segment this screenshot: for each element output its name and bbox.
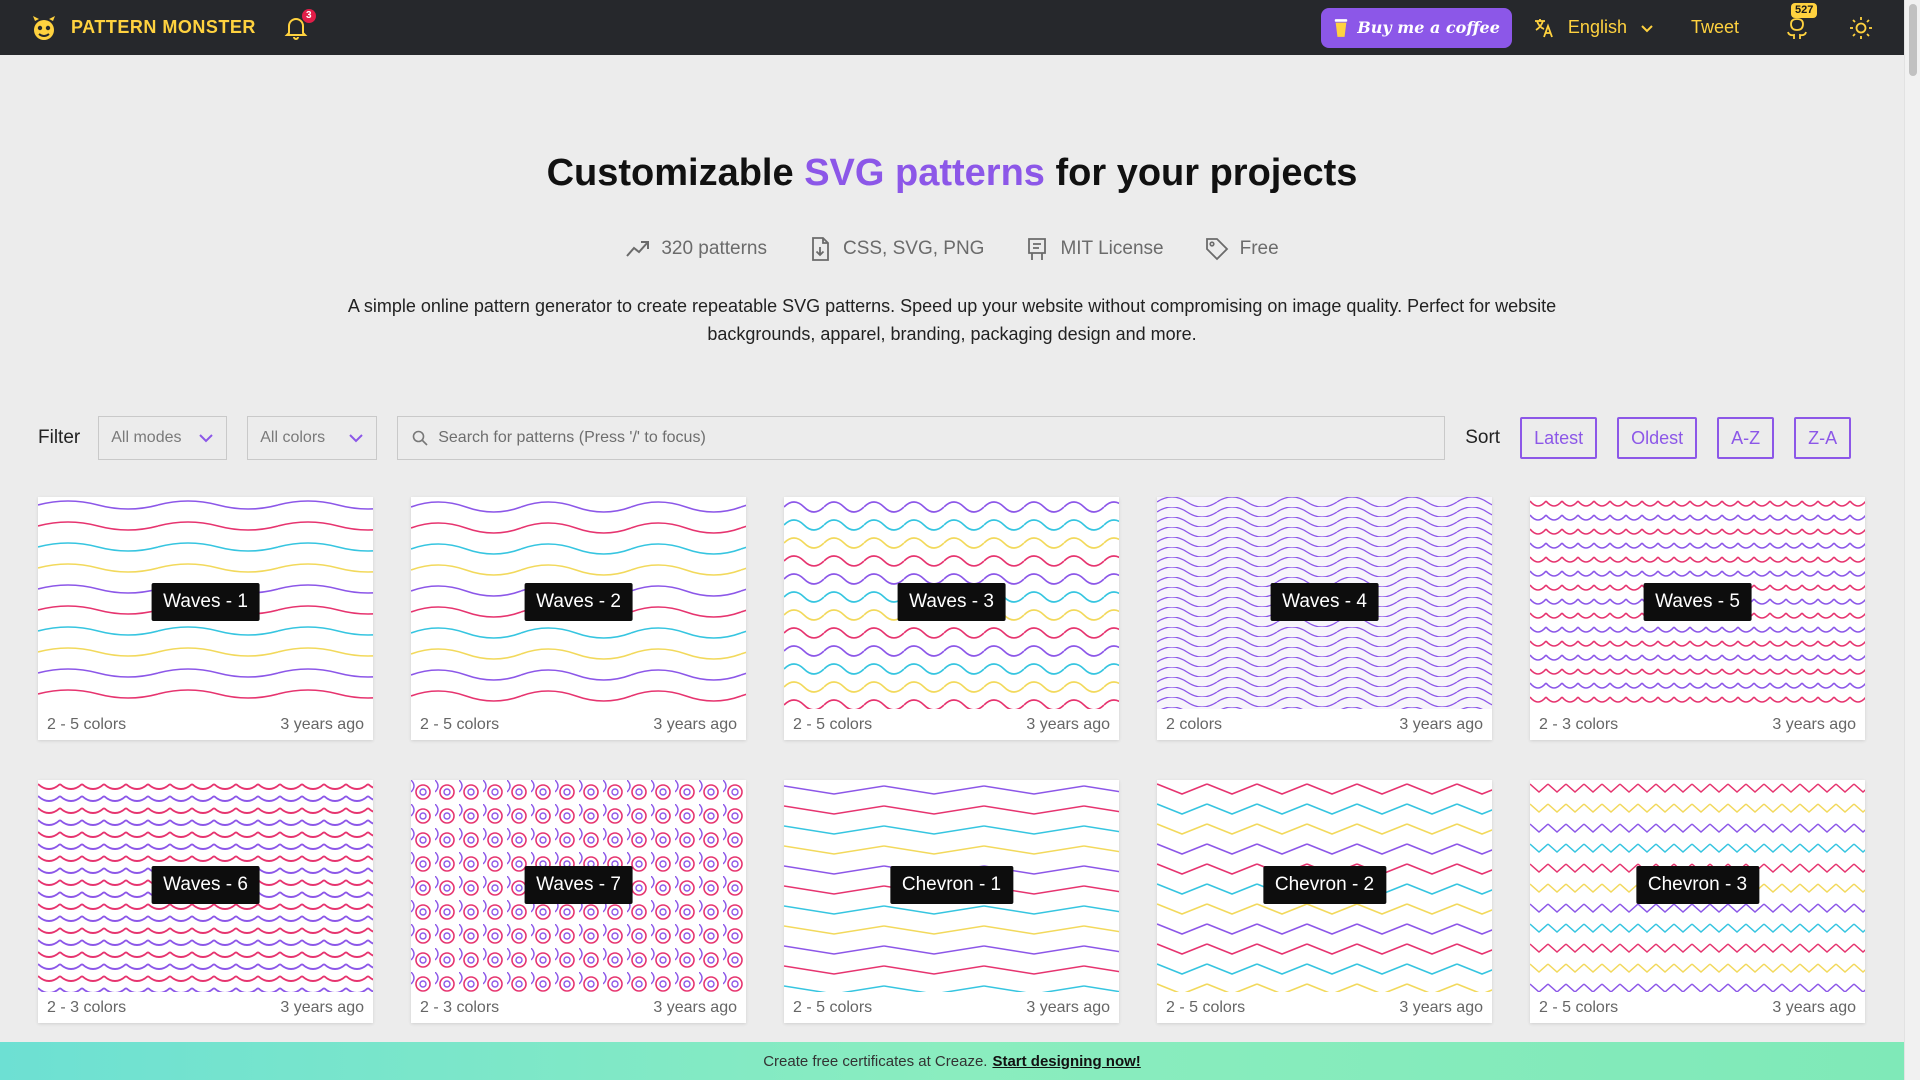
stat-license: MIT License [1024,236,1164,262]
trending-up-icon [626,241,650,257]
promo-banner: Create free certificates at Creaze. Star… [0,1042,1904,1080]
pattern-age: 3 years ago [653,715,737,733]
pattern-colors: 2 - 5 colors [1166,998,1246,1016]
title-pre: Customizable [546,152,805,194]
coffee-cup-icon [1335,18,1348,37]
chevron-down-icon [199,434,213,443]
pattern-colors: 2 - 5 colors [47,715,127,733]
pattern-name: Chevron - 1 [889,866,1014,904]
pattern-age: 3 years ago [280,998,364,1016]
page-scrollbar[interactable] [1904,0,1920,1080]
pattern-age: 3 years ago [1772,715,1856,733]
sort-oldest-button[interactable]: Oldest [1617,417,1698,459]
pattern-card[interactable]: Waves - 5 2 - 3 colors 3 years ago [1530,497,1865,740]
title-accent: SVG patterns [804,152,1045,194]
stat-label: Free [1239,238,1279,259]
buy-me-a-coffee-button[interactable]: Buy me a coffee [1321,7,1512,48]
pattern-card[interactable]: Chevron - 1 2 - 5 colors 3 years ago [784,780,1119,1023]
sort-az-button[interactable]: A-Z [1717,417,1775,459]
pattern-age: 3 years ago [1399,998,1483,1016]
pattern-age: 3 years ago [1772,998,1856,1016]
pattern-card[interactable]: Waves - 1 2 - 5 colors 3 years ago [38,497,373,740]
pattern-name: Waves - 1 [151,583,260,621]
title-post: for your projects [1044,152,1358,194]
notifications-button[interactable]: 3 [284,8,316,41]
pattern-colors: 2 - 3 colors [420,998,500,1016]
color-filter-value: All colors [260,429,326,446]
scrollbar-thumb[interactable] [1909,4,1917,76]
pattern-name: Waves - 5 [1643,583,1752,621]
github-icon [1787,17,1807,39]
sort-latest-button[interactable]: Latest [1520,417,1598,459]
pattern-name: Chevron - 2 [1262,866,1387,904]
hero-description: A simple online pattern generator to cre… [347,296,1557,344]
notification-badge: 3 [301,8,316,23]
pattern-card[interactable]: Waves - 6 2 - 3 colors 3 years ago [38,780,373,1023]
pattern-age: 3 years ago [1026,715,1110,733]
tweet-link[interactable]: Tweet [1691,17,1739,38]
github-stars-badge: 527 [1791,2,1818,18]
stat-label: 320 patterns [661,238,767,259]
chevron-down-icon [1641,24,1653,32]
coffee-label: Buy me a coffee [1357,18,1500,37]
brand-link[interactable]: PATTERN MONSTER [31,15,256,41]
sort-za-button[interactable]: Z-A [1794,417,1852,459]
pattern-card[interactable]: Chevron - 3 2 - 5 colors 3 years ago [1530,780,1865,1023]
pattern-name: Waves - 3 [897,583,1006,621]
stat-label: CSS, SVG, PNG [842,238,985,259]
sort-label: Sort [1465,427,1501,448]
color-filter-select[interactable]: All colors [247,416,378,460]
pattern-colors: 2 - 5 colors [1539,998,1619,1016]
pattern-age: 3 years ago [1026,998,1110,1016]
license-icon [1028,238,1047,260]
promo-link[interactable]: Start designing now! [992,1053,1140,1070]
filter-label: Filter [38,427,81,448]
pattern-card[interactable]: Waves - 7 2 - 3 colors 3 years ago [411,780,746,1023]
promo-text: Create free certificates at Creaze. [763,1052,988,1070]
search-placeholder: Search for patterns (Press '/' to focus) [438,429,706,446]
brand-name: PATTERN MONSTER [71,17,256,37]
chevron-down-icon [349,434,363,443]
pattern-search-input[interactable]: Search for patterns (Press '/' to focus) [397,416,1446,460]
stat-pattern-count: 320 patterns [625,236,767,262]
pattern-name: Waves - 6 [151,866,260,904]
pattern-name: Waves - 2 [524,583,633,621]
pattern-card[interactable]: Waves - 3 2 - 5 colors 3 years ago [784,497,1119,740]
pattern-colors: 2 colors [1166,715,1223,733]
pattern-colors: 2 - 5 colors [420,715,500,733]
tag-icon [1205,238,1228,261]
mode-filter-value: All modes [111,429,182,446]
monster-logo-icon [33,15,55,40]
pattern-colors: 2 - 5 colors [793,998,873,1016]
filter-bar: Filter All modes All colors Search for p… [38,416,1866,460]
pattern-card[interactable]: Waves - 2 2 - 5 colors 3 years ago [411,497,746,740]
stat-label: MIT License [1060,238,1164,259]
pattern-age: 3 years ago [280,715,364,733]
pattern-name: Waves - 7 [524,866,633,904]
pattern-name: Waves - 4 [1270,583,1379,621]
pattern-grid: Waves - 1 2 - 5 colors 3 years ago Waves … [38,497,1866,1023]
pattern-card[interactable]: Waves - 4 2 colors 3 years ago [1157,497,1492,740]
mode-filter-select[interactable]: All modes [98,416,228,460]
top-navbar: PATTERN MONSTER 3 Buy me a coffee Englis… [0,0,1904,55]
theme-toggle-sun-icon[interactable] [1849,16,1873,40]
language-label: English [1567,17,1627,37]
translate-icon [1534,18,1553,37]
page-title: Customizable SVG patterns for your proje… [0,152,1904,195]
language-select[interactable]: English [1532,16,1655,40]
pattern-colors: 2 - 3 colors [47,998,127,1016]
feature-stats: 320 patterns CSS, SVG, PNG MIT License F… [0,236,1904,262]
pattern-name: Chevron - 3 [1635,866,1760,904]
stat-formats: CSS, SVG, PNG [807,236,984,262]
pattern-colors: 2 - 3 colors [1539,715,1619,733]
search-icon [412,430,428,446]
pattern-age: 3 years ago [653,998,737,1016]
pattern-colors: 2 - 5 colors [793,715,873,733]
file-download-icon [812,237,829,261]
github-stars-button[interactable]: 527 [1785,2,1818,41]
pattern-age: 3 years ago [1399,715,1483,733]
stat-price: Free [1204,236,1279,262]
pattern-card[interactable]: Chevron - 2 2 - 5 colors 3 years ago [1157,780,1492,1023]
